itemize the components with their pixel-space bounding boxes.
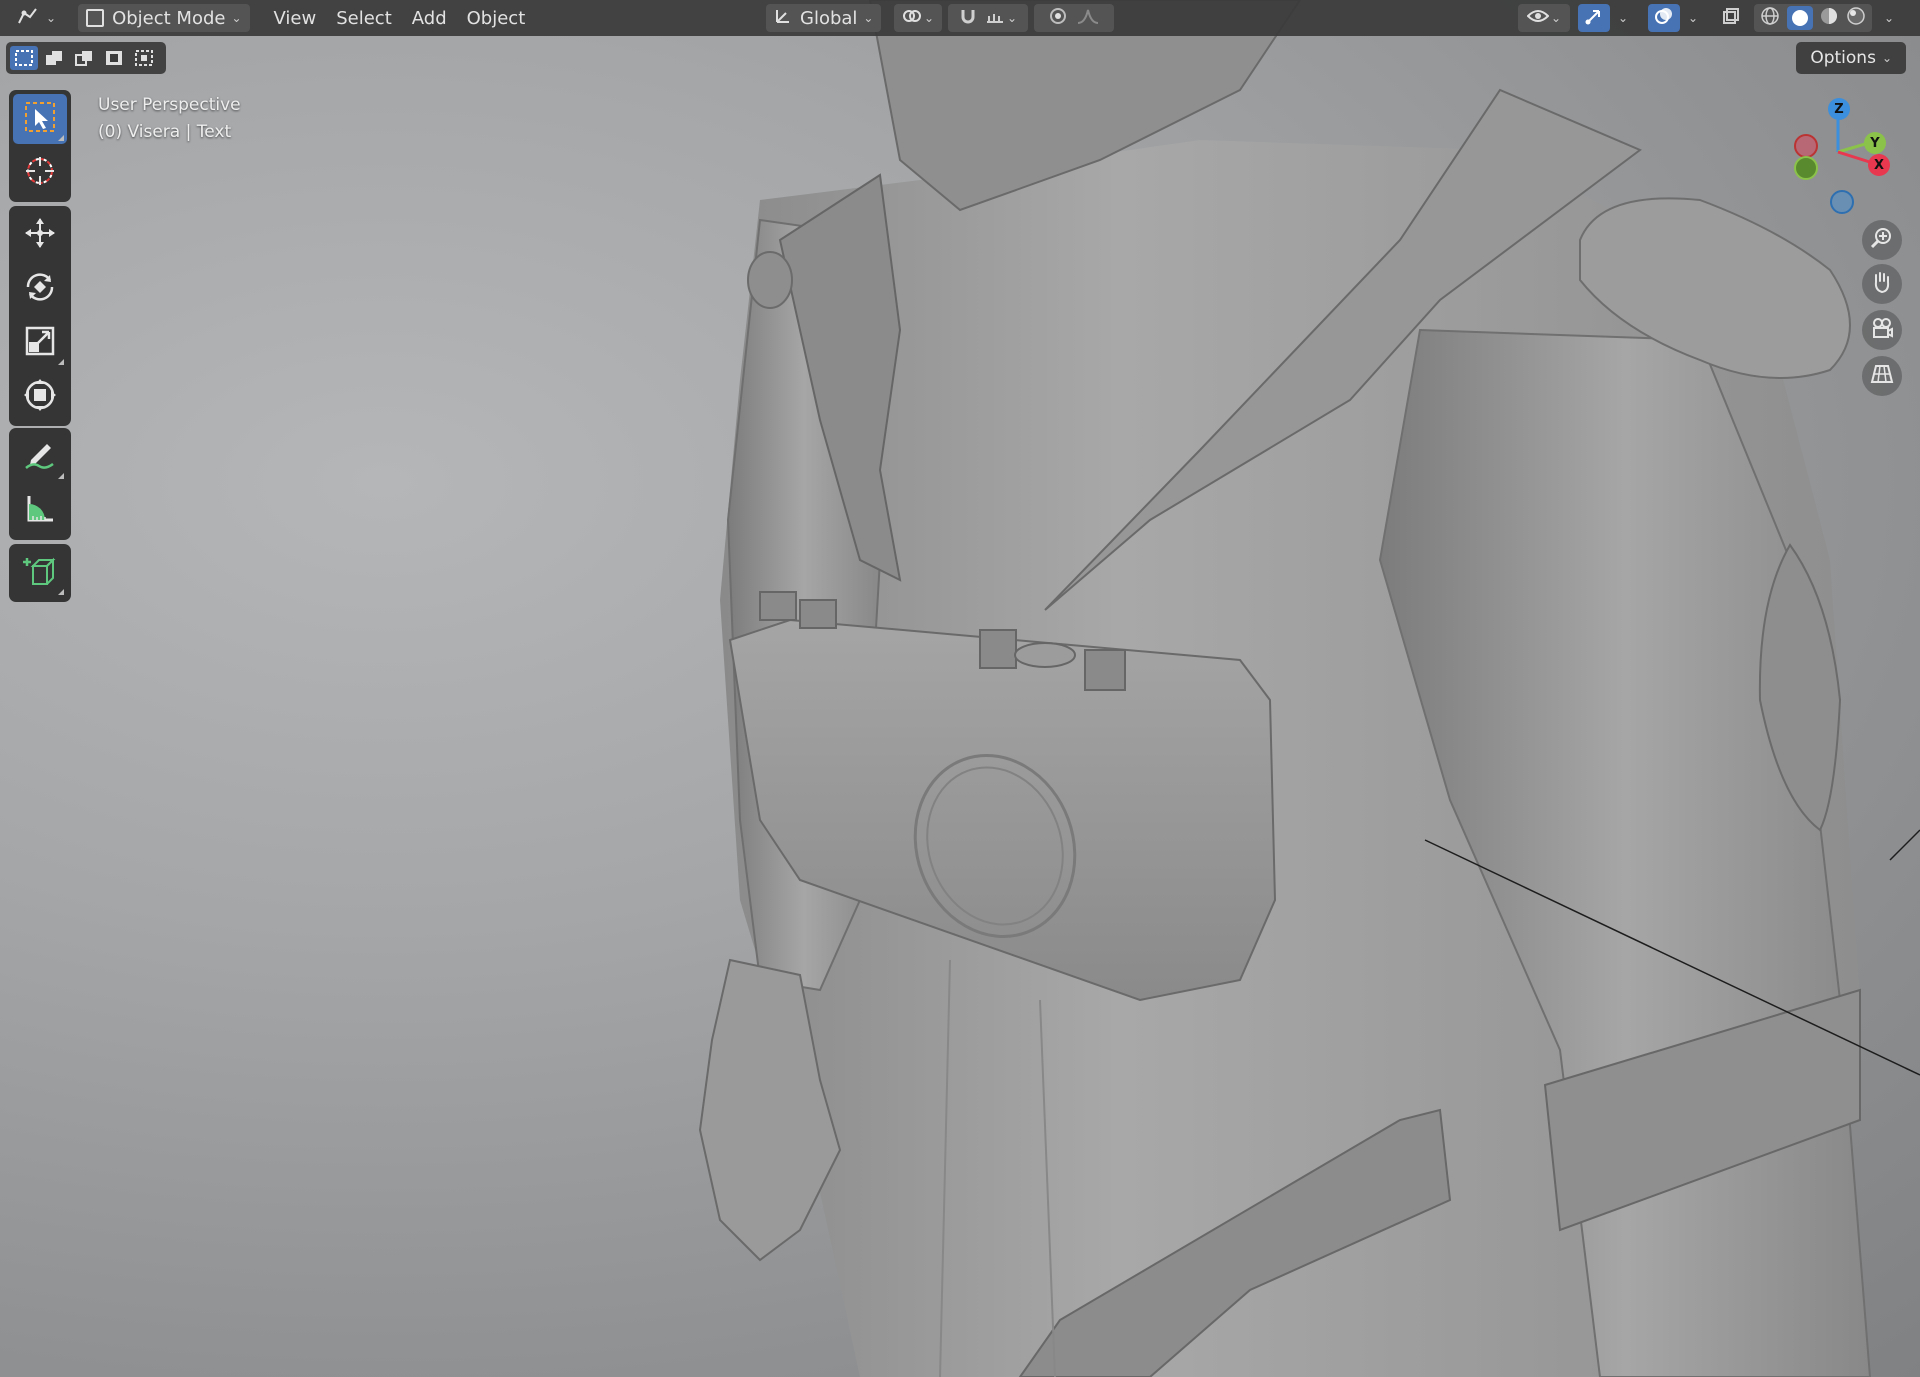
rendered-shading-icon[interactable]	[1846, 6, 1866, 31]
visibility-dropdown[interactable]: ⌄	[1518, 4, 1570, 32]
magnet-icon[interactable]	[959, 7, 977, 30]
overlays-options-dropdown[interactable]: ⌄	[1680, 4, 1706, 32]
chevron-down-icon: ⌄	[1687, 11, 1699, 25]
proportional-editing-group	[1034, 4, 1114, 32]
gizmo-neg-x-axis[interactable]	[1794, 134, 1818, 158]
options-dropdown[interactable]: Options ⌄	[1796, 42, 1906, 74]
move-tool[interactable]	[13, 210, 67, 260]
menu-view[interactable]: View	[264, 4, 327, 32]
active-object-label: (0) Visera | Text	[98, 122, 232, 142]
scene-render[interactable]	[0, 0, 1920, 1377]
chevron-down-icon: ⌄	[1617, 11, 1629, 25]
chevron-down-icon: ⌄	[1006, 11, 1018, 25]
add-cube-icon	[23, 554, 57, 592]
annotate-pencil-icon	[23, 438, 57, 476]
toolbar-add-group	[9, 544, 71, 602]
select-box-tool[interactable]	[13, 94, 67, 144]
measure-tool[interactable]	[13, 486, 67, 536]
select-invert-icon[interactable]	[100, 46, 128, 70]
zoom-icon	[1870, 226, 1894, 254]
add-cube-tool[interactable]	[13, 548, 67, 598]
pivot-point-dropdown[interactable]: ⌄	[894, 4, 942, 32]
snapping-group: ⌄	[948, 4, 1028, 32]
annotate-tool[interactable]	[13, 432, 67, 482]
transform-orientation-dropdown[interactable]: Global ⌄	[766, 4, 882, 32]
menu-add[interactable]: Add	[402, 4, 457, 32]
rotate-tool[interactable]	[13, 264, 67, 314]
select-intersect-icon[interactable]	[130, 46, 158, 70]
pivot-icon	[902, 7, 922, 30]
selection-mode-strip	[6, 42, 166, 74]
measure-ruler-icon	[23, 492, 57, 530]
show-gizmo-toggle[interactable]	[1578, 4, 1610, 32]
gizmo-neg-y-axis[interactable]	[1794, 156, 1818, 180]
orientation-label: Global	[800, 7, 858, 29]
navigation-gizmo[interactable]: Z Y X	[1780, 92, 1900, 222]
transform-icon	[23, 378, 57, 416]
editor-type-button[interactable]: ⌄	[6, 4, 66, 32]
wireframe-shading-icon[interactable]	[1760, 6, 1780, 31]
gizmo-y-axis[interactable]: Y	[1864, 132, 1886, 154]
cursor-tool[interactable]	[13, 148, 67, 198]
chevron-down-icon: ⌄	[231, 11, 242, 25]
solid-shading-icon[interactable]	[1786, 6, 1813, 30]
mode-dropdown[interactable]: Object Mode ⌄	[78, 4, 250, 32]
gizmo-z-axis[interactable]: Z	[1828, 98, 1850, 120]
toolbar-annotate-group	[9, 428, 71, 540]
proportional-edit-icon[interactable]	[1049, 7, 1067, 30]
viewport-info: User Perspective (0) Visera | Text	[98, 92, 241, 146]
chevron-down-icon: ⌄	[863, 11, 874, 25]
camera-view-button[interactable]	[1862, 310, 1902, 350]
gizmo-neg-z-axis[interactable]	[1830, 190, 1854, 214]
overlays-icon	[1654, 6, 1674, 31]
chevron-down-icon: ⌄	[1881, 51, 1892, 65]
pan-button[interactable]	[1862, 264, 1902, 304]
menu-object[interactable]: Object	[457, 4, 536, 32]
viewport-editor-icon	[16, 5, 40, 32]
show-overlays-toggle[interactable]	[1648, 4, 1680, 32]
hand-icon	[1870, 270, 1894, 298]
chevron-down-icon: ⌄	[1883, 11, 1895, 25]
select-box-icon	[23, 100, 57, 138]
xray-icon	[1722, 7, 1740, 30]
perspective-toggle-button[interactable]	[1862, 356, 1902, 396]
move-icon	[23, 216, 57, 254]
material-preview-icon[interactable]	[1819, 6, 1839, 31]
shading-mode-group	[1754, 4, 1872, 32]
rotate-icon	[23, 270, 57, 308]
scale-tool[interactable]	[13, 318, 67, 368]
object-mode-icon	[86, 9, 105, 27]
zoom-button[interactable]	[1862, 220, 1902, 260]
viewport-header: ⌄ Object Mode ⌄ View Select Add Object G…	[0, 0, 1920, 36]
view-perspective-label: User Perspective	[98, 95, 241, 115]
gizmo-options-dropdown[interactable]: ⌄	[1610, 4, 1636, 32]
axis-orientation-icon	[774, 7, 792, 30]
toolbar-select-group	[9, 90, 71, 202]
chevron-down-icon: ⌄	[1550, 11, 1562, 25]
transform-tool[interactable]	[13, 372, 67, 422]
xray-toggle[interactable]	[1716, 4, 1746, 32]
select-new-icon[interactable]	[10, 46, 38, 70]
eye-icon	[1526, 8, 1550, 29]
scale-icon	[23, 324, 57, 362]
shading-options-dropdown[interactable]: ⌄	[1876, 4, 1902, 32]
select-extend-icon[interactable]	[40, 46, 68, 70]
grid-perspective-icon	[1870, 362, 1894, 390]
crosshair-cursor-icon	[23, 154, 57, 192]
camera-icon	[1870, 316, 1894, 344]
gizmo-x-axis[interactable]: X	[1868, 154, 1890, 176]
menu-select[interactable]: Select	[326, 4, 402, 32]
falloff-curve-icon[interactable]	[1077, 8, 1099, 29]
chevron-down-icon: ⌄	[923, 11, 935, 25]
snap-increment-icon[interactable]	[985, 8, 1005, 29]
toolbar-transform-group	[9, 206, 71, 426]
select-subtract-icon[interactable]	[70, 46, 98, 70]
3d-viewport[interactable]: ⌄ Object Mode ⌄ View Select Add Object G…	[0, 0, 1920, 1377]
gizmo-icon	[1584, 6, 1604, 31]
mode-label: Object Mode	[112, 7, 226, 29]
options-label: Options	[1810, 48, 1876, 68]
chevron-down-icon: ⌄	[46, 11, 57, 25]
